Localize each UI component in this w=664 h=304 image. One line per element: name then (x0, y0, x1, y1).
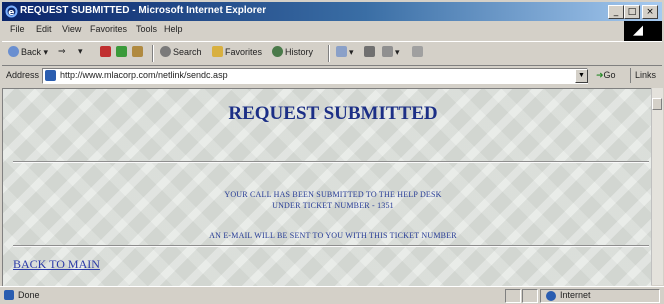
address-url[interactable]: http://www.mlacorp.com/netlink/sendc.asp (60, 70, 228, 80)
stop-button[interactable] (100, 46, 113, 57)
edit-button[interactable]: ▾ (382, 46, 400, 58)
go-button[interactable]: ➜Go (596, 70, 616, 81)
favorites-label: Favorites (225, 47, 263, 57)
windows-throbber: ◢ (624, 21, 662, 41)
home-button[interactable] (132, 46, 145, 57)
home-icon (132, 46, 143, 57)
forward-dropdown-icon[interactable]: ▾ (78, 46, 83, 57)
menu-tools[interactable]: Tools (136, 24, 157, 34)
history-label: History (285, 47, 314, 57)
submission-message: YOUR CALL HAS BEEN SUBMITTED TO THE HELP… (224, 190, 442, 199)
toolbar-separator (328, 45, 330, 62)
address-dropdown-icon[interactable]: ▼ (575, 69, 588, 83)
mail-icon (336, 46, 347, 57)
page-heading: REQUEST SUBMITTED (228, 103, 438, 124)
search-label: Search (173, 47, 202, 57)
address-input[interactable]: http://www.mlacorp.com/netlink/sendc.asp (42, 68, 588, 84)
standard-toolbar: Back ▾ ⇒ ▾ Search Favorites History ▾ ▾ (2, 41, 662, 66)
scrollbar-thumb[interactable] (652, 98, 662, 110)
vertical-scrollbar[interactable] (651, 88, 663, 285)
menu-help[interactable]: Help (164, 24, 183, 34)
minimize-button[interactable]: _ (608, 5, 624, 19)
divider (13, 161, 649, 163)
address-label: Address (6, 70, 40, 80)
svg-text:e: e (8, 8, 14, 18)
maximize-button[interactable]: □ (624, 5, 640, 19)
close-button[interactable]: × (642, 5, 658, 19)
menu-bar: File Edit View Favorites Tools Help (2, 22, 622, 38)
links-button[interactable]: Links (630, 68, 661, 83)
email-note: AN E-MAIL WILL BE SENT TO YOU WITH THIS … (209, 231, 457, 240)
print-icon (364, 46, 375, 57)
zone-pane (540, 289, 660, 303)
discuss-button[interactable] (412, 46, 425, 57)
favorites-icon (212, 46, 223, 57)
back-to-main-link[interactable]: BACK TO MAIN (13, 257, 100, 272)
discuss-icon (412, 46, 423, 57)
refresh-icon (116, 46, 127, 57)
title-bar: e REQUEST SUBMITTED - Microsoft Internet… (2, 2, 662, 21)
zone-label: Internet (560, 290, 591, 300)
page-icon (45, 70, 56, 81)
status-bar: Done Internet (0, 286, 664, 304)
window-title: REQUEST SUBMITTED - Microsoft Internet E… (20, 5, 267, 16)
menu-edit[interactable]: Edit (36, 24, 52, 34)
internet-zone-icon (546, 291, 556, 301)
menu-file[interactable]: File (10, 24, 25, 34)
edit-icon (382, 46, 393, 57)
status-pane (505, 289, 521, 303)
back-button[interactable]: Back ▾ (8, 46, 48, 58)
ticket-number: UNDER TICKET NUMBER - 1351 (272, 201, 394, 210)
page-content: REQUEST SUBMITTED YOUR CALL HAS BEEN SUB… (2, 88, 651, 286)
refresh-button[interactable] (116, 46, 129, 57)
browser-window: e REQUEST SUBMITTED - Microsoft Internet… (0, 0, 664, 304)
history-button[interactable]: History (272, 46, 313, 57)
divider (13, 245, 649, 247)
page-done-icon (4, 290, 14, 300)
menu-view[interactable]: View (62, 24, 81, 34)
toolbar-separator (152, 45, 154, 62)
search-icon (160, 46, 171, 57)
address-bar: Address http://www.mlacorp.com/netlink/s… (2, 66, 662, 86)
history-icon (272, 46, 283, 57)
back-label: Back (21, 47, 42, 57)
mail-button[interactable]: ▾ (336, 46, 354, 58)
go-label: Go (603, 70, 616, 80)
print-button[interactable] (364, 46, 377, 57)
status-pane (522, 289, 538, 303)
stop-icon (100, 46, 111, 57)
forward-button[interactable]: ⇒ (58, 46, 66, 57)
go-arrow-icon: ➜ (596, 70, 604, 80)
search-button[interactable]: Search (160, 46, 202, 57)
back-arrow-icon (8, 46, 19, 57)
status-text: Done (18, 290, 40, 300)
ie-logo-icon: e (5, 5, 18, 18)
windows-logo-icon: ◢ (633, 23, 643, 38)
favorites-button[interactable]: Favorites (212, 46, 262, 57)
menu-favorites[interactable]: Favorites (90, 24, 127, 34)
links-label: Links (635, 70, 657, 80)
